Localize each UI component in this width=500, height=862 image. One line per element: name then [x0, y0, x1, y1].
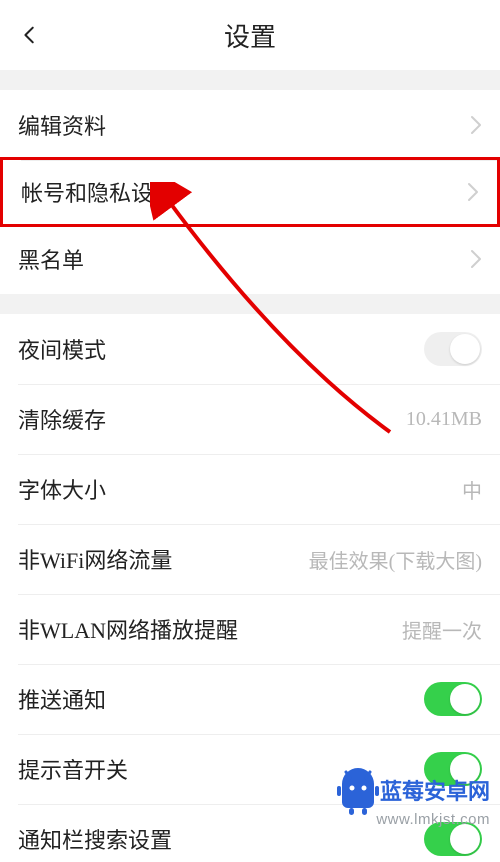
row-non-wlan-play[interactable]: 非WLAN网络播放提醒 提醒一次 — [0, 594, 500, 664]
page-title: 设置 — [0, 17, 500, 54]
row-label: 非WLAN网络播放提醒 — [18, 613, 238, 645]
toggle-push[interactable] — [424, 682, 482, 716]
row-label: 黑名单 — [18, 243, 84, 275]
row-account-privacy[interactable]: 帐号和隐私设置 — [0, 157, 500, 227]
chevron-right-icon — [467, 182, 479, 202]
chevron-right-icon — [470, 249, 482, 269]
watermark-brand: 蓝莓安卓网 — [380, 774, 490, 806]
header: 设置 — [0, 0, 500, 70]
row-non-wifi[interactable]: 非WiFi网络流量 最佳效果(下载大图) — [0, 524, 500, 594]
row-label: 提示音开关 — [18, 753, 128, 785]
row-edit-profile[interactable]: 编辑资料 — [0, 90, 500, 160]
row-value: 中 — [462, 475, 482, 504]
row-value: 提醒一次 — [402, 615, 482, 644]
chevron-right-icon — [470, 115, 482, 135]
row-push[interactable]: 推送通知 — [0, 664, 500, 734]
row-font-size[interactable]: 字体大小 中 — [0, 454, 500, 524]
section-gap — [0, 294, 500, 314]
toggle-knob — [450, 334, 480, 364]
row-clear-cache[interactable]: 清除缓存 10.41MB — [0, 384, 500, 454]
section-gap — [0, 70, 500, 90]
row-label: 清除缓存 — [18, 403, 106, 435]
toggle-night-mode[interactable] — [424, 332, 482, 366]
row-value: 10.41MB — [406, 408, 482, 431]
row-label: 推送通知 — [18, 683, 106, 715]
row-right — [461, 182, 479, 202]
toggle-knob — [450, 824, 480, 854]
watermark-url: www.lmkjst.com — [376, 811, 490, 828]
watermark-logo — [334, 768, 382, 816]
row-right — [464, 115, 482, 135]
section-account: 编辑资料 帐号和隐私设置 黑名单 — [0, 90, 500, 294]
row-label: 通知栏搜索设置 — [18, 823, 172, 855]
toggle-knob — [450, 684, 480, 714]
row-night-mode[interactable]: 夜间模式 — [0, 314, 500, 384]
row-label: 帐号和隐私设置 — [21, 176, 175, 208]
row-value: 最佳效果(下载大图) — [309, 545, 482, 574]
chevron-left-icon — [19, 24, 41, 46]
row-blacklist[interactable]: 黑名单 — [0, 224, 500, 294]
row-label: 编辑资料 — [18, 109, 106, 141]
row-right — [464, 249, 482, 269]
row-label: 非WiFi网络流量 — [18, 543, 172, 575]
row-label: 夜间模式 — [18, 333, 106, 365]
row-label: 字体大小 — [18, 473, 106, 505]
back-button[interactable] — [12, 17, 48, 53]
